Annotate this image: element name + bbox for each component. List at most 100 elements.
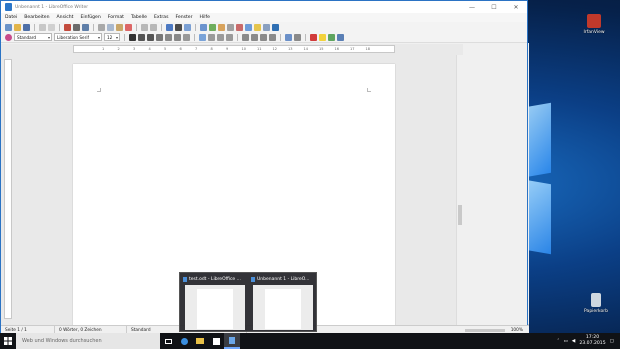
email-icon[interactable]: [39, 23, 46, 31]
sidebar-toggle-icon[interactable]: [337, 33, 344, 41]
insert-image-icon[interactable]: [209, 23, 216, 31]
menu-hilfe[interactable]: Hilfe: [200, 15, 210, 20]
subscript-icon[interactable]: [174, 33, 181, 41]
menu-datei[interactable]: Datei: [5, 15, 17, 20]
print-preview-icon[interactable]: [82, 23, 89, 31]
paragraph-style-select[interactable]: Standard ▾: [14, 33, 52, 41]
horizontal-ruler[interactable]: 1 2 3 4 5 6 7 8 9 10 11 12 13 14 15 16 17 18: [73, 45, 395, 53]
undo-icon[interactable]: [141, 23, 148, 31]
minimize-button[interactable]: —: [461, 1, 483, 13]
highlight-color-icon[interactable]: [319, 33, 326, 41]
cut-icon[interactable]: [98, 23, 105, 31]
windows-icon: [4, 337, 12, 345]
font-name-value: Liberation Serif: [57, 34, 89, 40]
background-color-icon[interactable]: [328, 33, 335, 41]
menu-bearbeiten[interactable]: Bearbeiten: [24, 15, 49, 20]
bullets-icon[interactable]: [242, 33, 249, 41]
export-pdf-icon[interactable]: [64, 23, 71, 31]
search-placeholder: Web und Windows durchsuchen: [22, 338, 102, 344]
volume-icon[interactable]: ◀: [572, 339, 576, 344]
spellcheck-icon[interactable]: [175, 23, 182, 31]
show-draw-functions-icon[interactable]: [272, 23, 279, 31]
search-box[interactable]: Web und Windows durchsuchen: [16, 333, 160, 349]
numbering-icon[interactable]: [251, 33, 258, 41]
open-icon[interactable]: [14, 23, 21, 31]
insert-textbox-icon[interactable]: [227, 23, 234, 31]
ruler-tick: 10: [241, 47, 246, 51]
menu-tabelle[interactable]: Tabelle: [131, 15, 147, 20]
insert-comment-icon[interactable]: [254, 23, 261, 31]
line-spacing-icon[interactable]: [285, 33, 292, 41]
writer-doc-icon: [183, 276, 187, 282]
increase-indent-icon[interactable]: [260, 33, 267, 41]
vertical-scrollbar[interactable]: [456, 55, 463, 325]
maximize-button[interactable]: ☐: [483, 1, 505, 13]
ruler-tick: 15: [319, 47, 324, 51]
show-hidden-icons-icon[interactable]: ˄: [557, 339, 559, 344]
clone-formatting-icon[interactable]: [125, 23, 132, 31]
align-center-icon[interactable]: [208, 33, 215, 41]
bold-icon[interactable]: [129, 33, 136, 41]
paste-icon[interactable]: [116, 23, 123, 31]
paragraph-spacing-icon[interactable]: [294, 33, 301, 41]
notifications-icon[interactable]: ▢: [610, 339, 614, 344]
save-icon[interactable]: [23, 23, 30, 31]
desktop-icon-irfanview[interactable]: IrfanView: [574, 14, 614, 35]
vertical-ruler[interactable]: [4, 59, 12, 319]
copy-icon[interactable]: [107, 23, 114, 31]
task-view-icon[interactable]: [160, 333, 176, 349]
clock[interactable]: 17:20 23.07.2015: [579, 335, 605, 347]
zoom-slider[interactable]: [464, 328, 505, 332]
font-color-icon[interactable]: [310, 33, 317, 41]
styles-icon[interactable]: [5, 33, 12, 41]
align-left-icon[interactable]: [199, 33, 206, 41]
insert-hyperlink-icon[interactable]: [245, 23, 252, 31]
title-bar[interactable]: Unbenannt 1 - LibreOffice Writer — ☐ ✕: [1, 1, 527, 13]
formatting-marks-icon[interactable]: [184, 23, 191, 31]
network-icon[interactable]: ▭: [563, 339, 567, 344]
ruler-tick: 17: [350, 47, 355, 51]
window-title: Unbenannt 1 - LibreOffice Writer: [15, 4, 89, 10]
menu-extras[interactable]: Extras: [154, 15, 169, 20]
italic-icon[interactable]: [138, 33, 145, 41]
paragraph-style-value: Standard: [17, 34, 37, 40]
strikethrough-icon[interactable]: [156, 33, 163, 41]
print-icon[interactable]: [73, 23, 80, 31]
desktop-icon-recycle-bin[interactable]: Papierkorb: [576, 293, 616, 314]
font-name-select[interactable]: Liberation Serif ▾: [54, 33, 102, 41]
close-button[interactable]: ✕: [505, 1, 527, 13]
font-size-select[interactable]: 12 ▾: [104, 33, 120, 41]
edit-mode-icon[interactable]: [48, 23, 55, 31]
shadow-icon[interactable]: [183, 33, 190, 41]
preview-window-unbenannt[interactable]: Unbenannt 1 - LibreO...: [251, 275, 315, 331]
track-changes-icon[interactable]: [263, 23, 270, 31]
ruler-tick: 2: [117, 47, 120, 51]
menu-fenster[interactable]: Fenster: [175, 15, 192, 20]
align-right-icon[interactable]: [217, 33, 224, 41]
preview-window-test-odt[interactable]: test.odt - LibreOffice ...: [183, 275, 247, 331]
libreoffice-writer-taskbar-icon[interactable]: [224, 333, 240, 349]
insert-table-icon[interactable]: [200, 23, 207, 31]
menu-format[interactable]: Format: [108, 15, 124, 20]
ruler-tick: 5: [164, 47, 167, 51]
menu-ansicht[interactable]: Ansicht: [57, 15, 74, 20]
decrease-indent-icon[interactable]: [269, 33, 276, 41]
redo-icon[interactable]: [150, 23, 157, 31]
file-explorer-icon[interactable]: [192, 333, 208, 349]
find-replace-icon[interactable]: [166, 23, 173, 31]
new-document-icon[interactable]: [5, 23, 12, 31]
scrollbar-thumb[interactable]: [458, 205, 462, 225]
insert-page-break-icon[interactable]: [236, 23, 243, 31]
desktop-icon-label: Papierkorb: [584, 309, 608, 314]
edge-icon[interactable]: [176, 333, 192, 349]
start-button[interactable]: [0, 333, 16, 349]
insert-chart-icon[interactable]: [218, 23, 225, 31]
word-count: 0 Wörter, 0 Zeichen: [59, 327, 102, 333]
store-icon[interactable]: [208, 333, 224, 349]
menu-einfuegen[interactable]: Einfügen: [80, 15, 100, 20]
windows-logo-wallpaper: [525, 100, 615, 270]
justify-icon[interactable]: [226, 33, 233, 41]
underline-icon[interactable]: [147, 33, 154, 41]
ruler-tick: 6: [179, 47, 182, 51]
superscript-icon[interactable]: [165, 33, 172, 41]
